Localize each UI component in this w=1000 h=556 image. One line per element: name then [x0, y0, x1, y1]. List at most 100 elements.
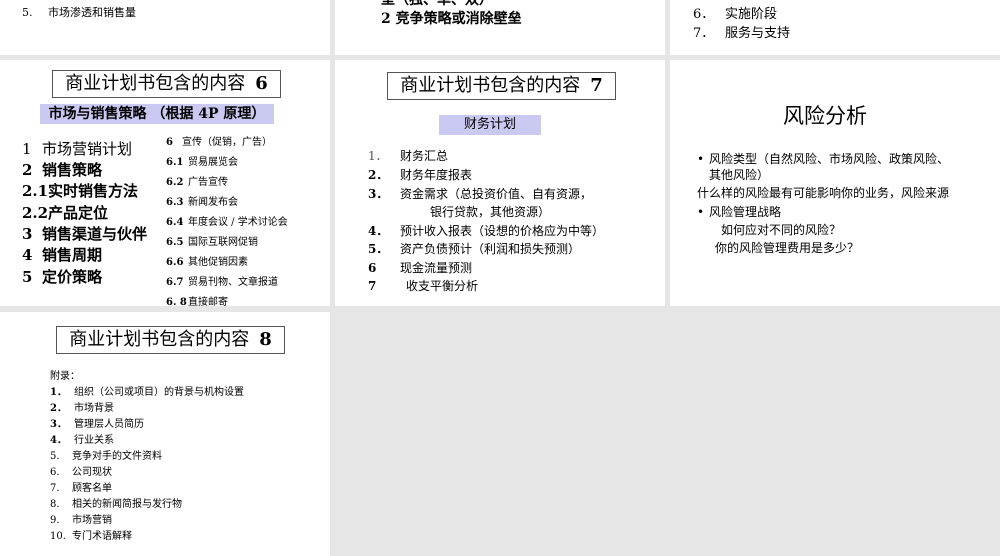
item-text: 实时销售方法	[48, 182, 139, 200]
item-number: 1．	[50, 387, 67, 398]
item-text: 相关的新闻简报与发行物	[72, 499, 182, 510]
item-text: 其他促销因素	[188, 257, 248, 268]
item-text: 现金流量预测	[400, 261, 473, 275]
slide-title: 风险分析	[783, 104, 867, 128]
bullet-icon: •	[697, 152, 705, 166]
list-item: 4． 预计收入报表（设想的价格应为中等）	[368, 222, 604, 239]
slide-thumbnail-3[interactable]: 5. 市场渗透和销售量	[0, 0, 330, 55]
section-band: 市场与销售策略 （根据 4P 原理）	[40, 104, 274, 124]
list-item: 5． 资产负债预计（利润和损失预测）	[368, 240, 580, 257]
item-text: 资金需求（总投资价值、自有资源，	[400, 187, 593, 201]
item-number: 5.	[22, 6, 33, 19]
list-item: 7 收支平衡分析	[368, 277, 478, 294]
item-number: 6.7	[166, 277, 184, 288]
list-item: 2． 市场背景	[50, 399, 114, 414]
list-item: 6.6 其他促销因素	[166, 253, 248, 268]
item-number: 6. 8	[166, 297, 187, 306]
bullet-item: • 风险管理战略	[697, 203, 781, 220]
item-text: 顾客名单	[72, 483, 112, 494]
item-number: 6	[368, 261, 377, 275]
item-text: 直接邮寄	[188, 297, 228, 306]
item-number: 6.5	[166, 237, 184, 248]
item-number: 2．	[50, 403, 67, 414]
list-item: 1． 财务汇总	[368, 147, 448, 164]
bullet-icon: •	[697, 205, 705, 219]
item-text: 服务与支持	[725, 26, 791, 41]
empty-workspace	[335, 312, 1000, 556]
item-number: 6.2	[166, 177, 184, 188]
item-number: 2.1	[22, 182, 49, 200]
slide-title: 商业计划书包含的内容 7	[387, 72, 616, 100]
item-text: 风险管理战略	[709, 205, 782, 219]
text-line: 你的风险管理费用是多少？	[715, 241, 860, 255]
item-text: 销售周期	[42, 246, 103, 264]
section-band: 财务计划	[439, 115, 541, 135]
item-text: 行业关系	[74, 435, 114, 446]
item-text: 贸易刊物、文章报道	[188, 277, 278, 288]
list-item: 6.3 新闻发布会	[166, 193, 238, 208]
item-number: 1	[22, 140, 32, 158]
item-text: 竞争对手的文件资料	[72, 451, 162, 462]
list-item: 8. 相关的新闻简报与发行物	[50, 495, 182, 510]
item-text: 广告宣传	[188, 177, 228, 188]
slide-thumbnail-7[interactable]: 商业计划书包含的内容 7 财务计划 1． 财务汇总 2． 财务年度报表 3． 资金需求（…	[335, 60, 665, 306]
list-item: 9. 市场营销	[50, 511, 112, 526]
item-text: 收支平衡分析	[406, 279, 479, 293]
item-number: 4．	[368, 224, 389, 238]
item-number: 6.6	[166, 257, 184, 268]
item-text: 产品定位	[48, 204, 109, 222]
slide-title: 商业计划书包含的内容 8	[56, 326, 285, 354]
item-text: 资产负债预计（利润和损失预测）	[400, 242, 581, 256]
list-item: 6． 实施阶段	[693, 3, 777, 22]
item-number: 2.2	[22, 204, 49, 222]
slide-thumbnail-4[interactable]: 垒（独、单、双） 2 竞争策略或消除壁垒	[335, 0, 665, 55]
list-item: 7. 顾客名单	[50, 479, 112, 494]
list-item: 4 销售周期	[22, 244, 102, 265]
title-text: 商业计划书包含的内容	[69, 329, 250, 350]
list-item: 5. 竞争对手的文件资料	[50, 447, 162, 462]
title-number: 8	[259, 329, 272, 350]
item-text: 贸易展览会	[188, 157, 238, 168]
slide-thumbnail-9[interactable]: 商业计划书包含的内容 8 附录： 1． 组织（公司或项目）的背景与机构设置 2． 市场…	[0, 312, 330, 556]
item-text: 风险类型（自然风险、市场风险、政策风险、	[709, 152, 950, 166]
list-item: 4． 行业关系	[50, 431, 114, 446]
list-item: 3 销售渠道与伙伴	[22, 223, 147, 244]
list-item: 2 销售策略	[22, 159, 102, 180]
item-text: 国际互联网促销	[188, 237, 258, 248]
slide-title: 商业计划书包含的内容 6	[52, 70, 281, 98]
list-item: 5 定价策略	[22, 266, 102, 287]
list-item: 10. 专门术语解释	[50, 527, 132, 542]
item-number: 6．	[693, 7, 715, 22]
item-text: 财务年度报表	[400, 168, 473, 182]
slide-thumbnail-8[interactable]: 风险分析 • 风险类型（自然风险、市场风险、政策风险、 其他风险） 什么样的风险最…	[670, 60, 1000, 306]
item-number: 6.	[50, 467, 60, 478]
item-number: 7	[368, 279, 377, 293]
item-text: 公司现状	[72, 467, 112, 478]
slide-thumbnail-6[interactable]: 商业计划书包含的内容 6 市场与销售策略 （根据 4P 原理） 1 市场营销计划 2…	[0, 60, 330, 306]
item-text: 定价策略	[42, 268, 103, 286]
item-text: 市场背景	[74, 403, 114, 414]
item-number: 8.	[50, 499, 60, 510]
item-number: 6.3	[166, 197, 184, 208]
title-number: 6	[255, 73, 268, 94]
slide-thumbnail-5[interactable]: 6． 实施阶段 7． 服务与支持	[670, 0, 1000, 55]
item-number: 3．	[50, 419, 67, 430]
item-number: 5	[22, 268, 33, 286]
item-number: 6.4	[166, 217, 184, 228]
list-item: 6 宣传（促销，广告）	[166, 133, 272, 148]
text-line: 什么样的风险最有可能影响你的业务，风险来源	[697, 186, 950, 200]
list-item: 3． 管理层人员简历	[50, 415, 144, 430]
item-number: 5．	[368, 242, 389, 256]
title-text: 商业计划书包含的内容	[400, 75, 581, 96]
item-number: 3	[22, 225, 33, 243]
item-text: 销售渠道与伙伴	[42, 225, 148, 243]
list-item: 6.1 贸易展览会	[166, 153, 238, 168]
list-item: 2． 财务年度报表	[368, 166, 472, 183]
item-number: 5.	[50, 451, 60, 462]
item-number: 4	[22, 246, 33, 264]
list-item: 2.1实时销售方法	[22, 180, 138, 201]
item-text: 财务汇总	[400, 149, 449, 163]
item-number: 10.	[50, 531, 66, 542]
list-item: 2 竞争策略或消除壁垒	[381, 11, 522, 27]
list-item: 6. 8直接邮寄	[166, 293, 228, 306]
